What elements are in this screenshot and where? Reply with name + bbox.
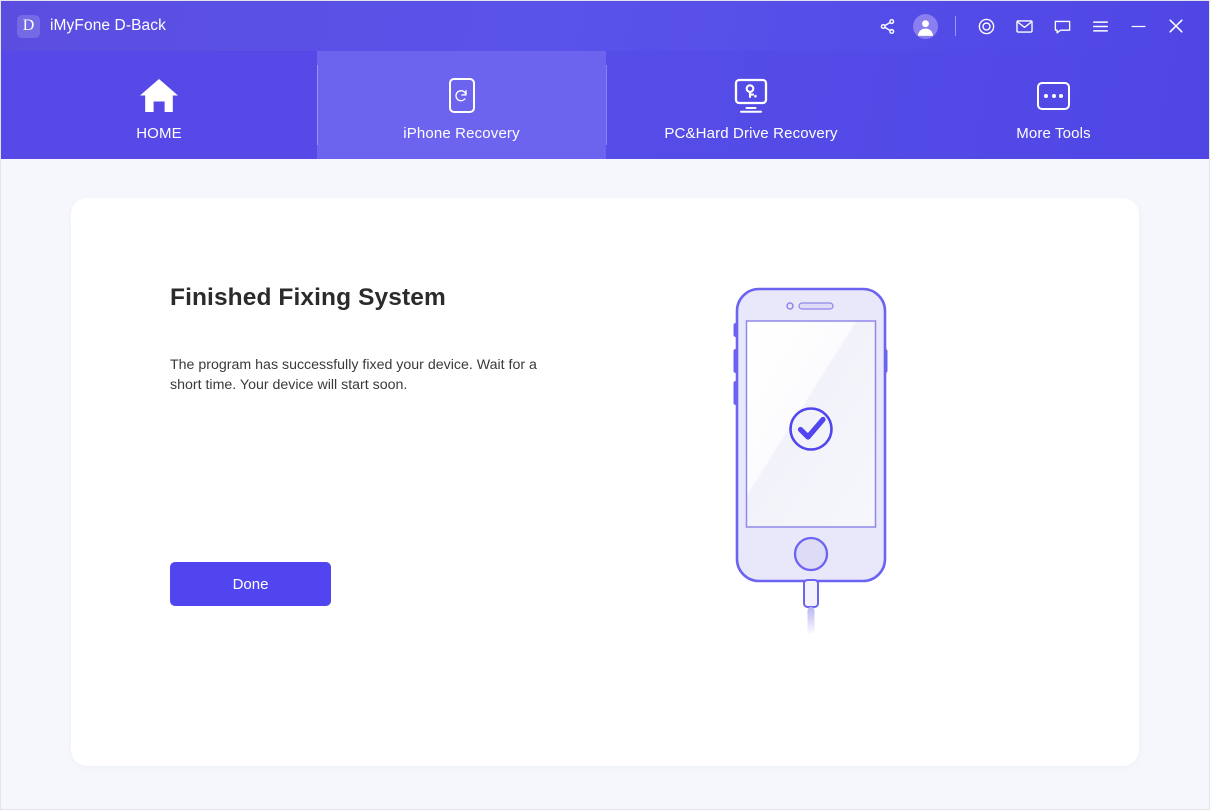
menu-button[interactable] — [1081, 7, 1119, 45]
tab-more-tools-label: More Tools — [1016, 124, 1091, 142]
done-button[interactable]: Done — [170, 562, 331, 606]
tab-home-label: HOME — [136, 124, 182, 142]
email-button[interactable] — [1005, 7, 1043, 45]
tab-iphone-recovery-label: iPhone Recovery — [403, 124, 520, 142]
home-icon — [138, 73, 180, 119]
more-dots-icon — [1037, 73, 1070, 119]
app-title: iMyFone D-Back — [50, 17, 166, 34]
phone-refresh-icon — [448, 73, 475, 119]
iphone-success-illustration — [711, 277, 911, 637]
dots-glyph — [1044, 93, 1063, 98]
support-button[interactable] — [967, 7, 1005, 45]
title-bar: D iMyFone D-Back — [1, 1, 1209, 51]
chat-button[interactable] — [1043, 7, 1081, 45]
page-title: Finished Fixing System — [170, 284, 446, 311]
main-navigation: HOME iPhone Recovery PC&Hard Drive Recov… — [1, 51, 1209, 159]
target-icon — [977, 17, 996, 36]
tab-pc-hard-drive-recovery[interactable]: PC&Hard Drive Recovery — [606, 51, 896, 159]
tab-iphone-recovery[interactable]: iPhone Recovery — [317, 51, 606, 159]
content-area: Finished Fixing System The program has s… — [1, 159, 1209, 809]
content-card: Finished Fixing System The program has s… — [71, 198, 1139, 766]
close-button[interactable] — [1157, 7, 1195, 45]
minimize-icon — [1129, 17, 1148, 36]
app-window: D iMyFone D-Back HOME iPhone Recovery PC… — [0, 0, 1210, 810]
brand: D iMyFone D-Back — [17, 14, 166, 38]
status-panel: Finished Fixing System The program has s… — [170, 284, 590, 395]
mail-icon — [1015, 17, 1034, 36]
close-icon — [1166, 16, 1186, 36]
share-button[interactable] — [868, 7, 906, 45]
account-icon — [912, 13, 938, 39]
account-button[interactable] — [906, 7, 944, 45]
menu-icon — [1091, 17, 1110, 36]
chat-icon — [1053, 17, 1072, 36]
tab-more-tools[interactable]: More Tools — [896, 51, 1209, 159]
share-icon — [879, 18, 896, 35]
titlebar-divider — [955, 16, 956, 36]
page-description: The program has successfully fixed your … — [170, 357, 537, 393]
minimize-button[interactable] — [1119, 7, 1157, 45]
titlebar-actions — [868, 7, 1195, 45]
tab-home[interactable]: HOME — [1, 51, 317, 159]
tab-pc-hard-drive-recovery-label: PC&Hard Drive Recovery — [664, 124, 838, 142]
monitor-key-icon — [731, 73, 771, 119]
app-logo-icon: D — [17, 14, 40, 38]
